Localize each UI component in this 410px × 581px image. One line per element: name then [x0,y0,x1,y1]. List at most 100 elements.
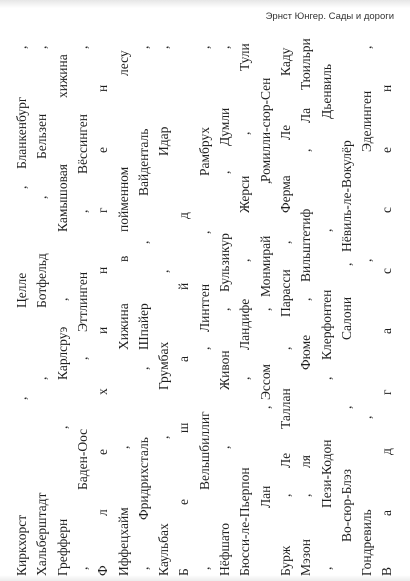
word: Хальберштадт [34,492,50,576]
word: с [379,207,395,213]
word: е [95,147,111,153]
word: Живон [217,350,232,390]
text-line-run: , Вельшбиллиг, Линтген, Рамбрух, [195,36,215,576]
word: а [379,510,395,516]
comma: , [34,45,50,49]
comma: , [135,240,151,244]
word: й [176,282,192,290]
comma: , [156,435,172,439]
word: д [176,212,192,219]
word: Вёссинген [74,113,90,174]
word: Вельшбиллиг [196,411,212,490]
comma: , [54,297,70,301]
word: г [379,389,395,395]
word: Рамбрух [196,127,212,176]
comma: , [14,185,29,189]
comma: , [359,45,375,49]
text-line-run: Грефферн, Карлсруэ, Камышовая хижина [53,36,73,576]
word: Шпайер [135,303,151,350]
word: Ландифе [237,298,253,350]
word: пойменном [115,166,131,232]
text-line-run: Бюсси-ле-Пьерпон, Ландифе, Жерси, Тули [235,36,255,576]
word: Ла [298,107,314,123]
comma: , [217,307,232,311]
word: д [379,448,395,455]
word: Дьенвиль [318,63,334,119]
comma: , [237,131,253,135]
word: ля [298,455,314,468]
word: Таллан [277,388,293,429]
word: Салони [338,296,354,340]
word: Бурж [277,545,293,576]
word: Вайденталь [135,128,151,196]
word: Жерси [237,175,253,213]
comma: , [359,258,375,262]
word: с [379,268,395,274]
word: Эттлинген [74,271,90,332]
text-line-run: , Фридрихсталь, Шпайер, Вайденталь, [134,36,154,576]
word: Каду [277,47,293,76]
text-line-run: Бе ш а й д [174,36,194,576]
word: Во-сюр-Блэз [338,468,354,542]
comma: , [298,148,314,152]
comma: , [54,425,70,429]
word: н [95,84,111,92]
word: Бюсси-ле-Пьерпон [237,467,253,576]
comma: , [196,230,212,234]
word: Ромилли-сюр-Сен [257,77,273,182]
text-line-run: Нёфшато, Живон, Бульзикур, Думли, [215,36,235,576]
word: и [95,326,111,334]
comma: , [338,405,354,409]
comma: , [74,566,90,570]
word: Нёфшато [217,523,232,576]
word: Фюме [298,334,314,370]
word: хижина [54,54,70,98]
word: В [379,566,395,576]
comma: , [359,415,375,419]
comma: , [135,45,151,49]
comma: , [196,566,212,570]
word: Грумбах [156,341,172,390]
comma: , [298,493,314,497]
word: Пези-Кодон [318,439,334,509]
word: Мэзон [298,538,314,576]
comma: , [34,195,50,199]
word: Баден-Оос [74,428,90,490]
word: а [379,328,395,334]
comma: , [237,258,253,262]
word: Линтген [196,283,212,332]
rotated-text-body: Киркхорст, Целле, Бланкенбург, Хальберштадт… [12,36,398,576]
text-line-run: , Пези-Кодон, Клерфонтен, Дьенвиль [317,36,337,576]
word: н [95,266,111,274]
comma: , [217,170,232,174]
comma: , [298,297,314,301]
running-header: Эрнст Юнгер. Сады и дороги [265,11,394,22]
word: г [95,207,111,213]
word: а [176,356,192,362]
comma: , [135,566,151,570]
word: Фридрихсталь [135,437,151,520]
text-line-run: Бурж, Ле Таллан, Парасси, Ферма Ле Каду [276,36,296,576]
comma: , [217,445,232,449]
comma: , [338,262,354,266]
word: ш [176,422,192,433]
text-line-run: , Баден-Оос, Эттлинген, Вёссинген, [73,36,93,576]
word: л [95,509,111,516]
comma: , [277,493,293,497]
text-line-run: Фл е х и н г е н [93,36,113,576]
comma: , [74,356,90,360]
word: Б [176,568,192,576]
comma: , [196,346,212,350]
word: е [379,147,395,153]
word: Киркхорст [14,514,29,576]
word: Камышовая [54,164,70,232]
comma: , [318,566,334,570]
comma: , [318,376,334,380]
word: е [176,499,192,505]
comma: , [156,269,172,273]
text-line-run: Мэзон, ля Фюме, Вильштетиф, Ла Тюильри [296,36,316,576]
word: Думли [217,107,232,146]
word: Идар [156,126,172,156]
word: Хижина [115,303,131,350]
word: в [115,255,131,262]
